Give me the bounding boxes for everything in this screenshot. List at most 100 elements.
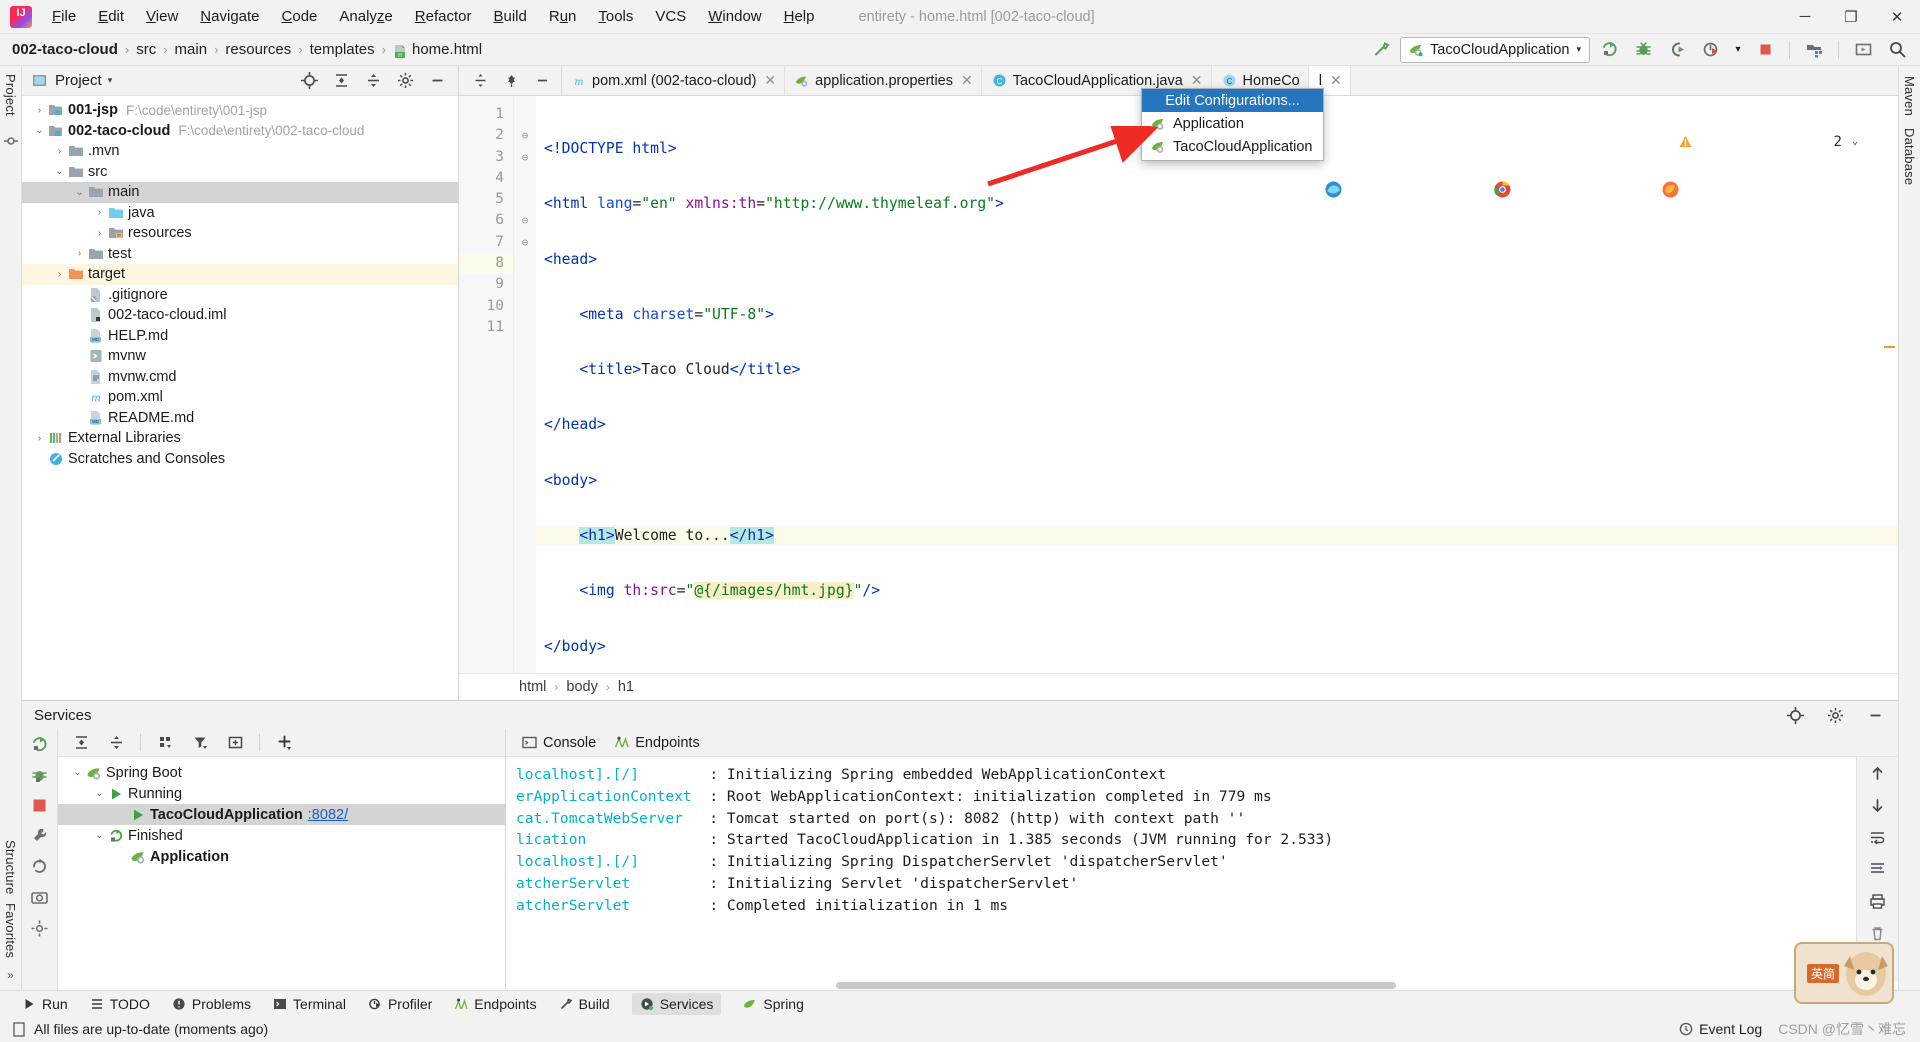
tree-expand-arrow[interactable]: ⌄ [52,166,67,177]
line-number[interactable]: 10 [459,296,513,317]
code-content[interactable]: <!DOCTYPE html> <html lang="en" xmlns:th… [536,96,1898,673]
tree-item-pom-xml[interactable]: m pom.xml [22,387,458,408]
hammer-icon[interactable] [1366,37,1396,63]
filter-icon[interactable] [185,730,215,756]
expand-all-icon[interactable] [326,68,356,94]
edge-browser-icon[interactable] [1324,146,1483,233]
menu-file[interactable]: File [42,4,86,29]
group-icon[interactable] [150,730,180,756]
tree-item-help-md[interactable]: MD HELP.md [22,326,458,347]
menu-code[interactable]: Code [272,4,328,29]
collapse-icon[interactable] [465,68,495,94]
settings-icon[interactable] [1820,702,1850,728]
menu-view[interactable]: View [136,4,188,29]
tree-item-mvnw[interactable]: mvnw [22,346,458,367]
fold-marker[interactable]: ⊖ [514,210,536,231]
chrome-browser-icon[interactable] [1493,146,1652,233]
tree-item-scratches-and-consoles[interactable]: Scratches and Consoles [22,449,458,470]
tree-expand-arrow[interactable]: ⌄ [32,125,47,136]
tool-window-build[interactable]: Build [559,996,610,1012]
tree-expand-arrow[interactable]: ⌄ [92,788,107,799]
services-tree-item-tacocloudapplication[interactable]: TacoCloudApplication:8082/ [58,804,505,825]
tree-expand-arrow[interactable]: › [92,228,107,239]
tree-item-002-taco-cloud-iml[interactable]: 002-taco-cloud.iml [22,305,458,326]
tree-item-readme-md[interactable]: MD README.md [22,408,458,429]
chevron-down-icon[interactable]: ▾ [1576,44,1581,55]
menu-item-application[interactable]: Application [1142,112,1323,135]
print-icon[interactable] [1869,893,1886,910]
tree-item-src[interactable]: ⌄ src [22,162,458,183]
collapse-all-icon[interactable] [358,68,388,94]
close-icon[interactable]: ✕ [1191,72,1203,89]
tool-window-terminal[interactable]: Terminal [273,996,346,1012]
rail-item-project[interactable]: Project [3,74,18,116]
editor-breadcrumb-h1[interactable]: h1 [618,679,634,695]
profiler-icon[interactable] [1696,37,1726,63]
line-number[interactable]: 1 [459,104,513,125]
settings-icon[interactable] [390,68,420,94]
breadcrumb-item-src[interactable]: src [136,41,156,58]
line-number[interactable]: 7 [459,232,513,253]
tree-item-java[interactable]: › java [22,203,458,224]
fold-marker[interactable]: ⊖ [514,232,536,253]
menu-item-edit-configurations[interactable]: Edit Configurations... [1142,89,1323,112]
stop-icon[interactable] [31,797,48,814]
maximize-button[interactable]: ❐ [1828,0,1874,34]
tree-expand-arrow[interactable]: ⌄ [72,187,87,198]
rerun-icon[interactable] [30,735,49,754]
close-icon[interactable]: ✕ [961,72,973,89]
menu-window[interactable]: Window [698,4,771,29]
run-coverage-icon[interactable] [1662,37,1692,63]
close-icon[interactable]: ✕ [1330,72,1342,89]
tree-expand-arrow[interactable]: › [72,248,87,259]
menu-item-tacocloudapplication[interactable]: TacoCloudApplication [1142,135,1323,158]
chevron-down-icon[interactable]: ▾ [108,75,113,86]
scroll-end-icon[interactable] [1869,861,1886,878]
tree-item-resources[interactable]: › resources [22,223,458,244]
line-number[interactable]: 11 [459,317,513,338]
line-number[interactable]: 3 [459,147,513,168]
hide-editor-icon[interactable] [527,68,557,94]
line-number[interactable]: 4 [459,168,513,189]
collapse-all-icon[interactable] [101,730,131,756]
rail-item-structure[interactable]: Structure [3,840,18,895]
scroll-down-icon[interactable] [1869,797,1886,814]
line-number[interactable]: 8 [459,253,513,275]
menu-vcs[interactable]: VCS [645,4,696,29]
services-icon[interactable] [1799,37,1829,63]
hide-panel-icon[interactable] [422,68,452,94]
line-number[interactable]: 2 [459,125,513,146]
locate-icon[interactable] [294,68,324,94]
tree-item-main[interactable]: ⌄ main [22,182,458,203]
tree-expand-arrow[interactable]: › [92,207,107,218]
console-output[interactable]: localhost].[/] : Initializing Spring emb… [506,757,1856,981]
pin-icon[interactable] [496,68,526,94]
rail-item-database[interactable]: Database [1902,128,1917,185]
tree-expand-arrow[interactable]: › [52,269,67,280]
add-service-icon[interactable] [269,730,299,756]
breadcrumb-item-file[interactable]: home.html [412,41,482,58]
firefox-browser-icon[interactable] [1661,146,1820,233]
tree-item-external-libraries[interactable]: › External Libraries [22,428,458,449]
event-log-button[interactable]: Event Log [1679,1021,1762,1037]
close-button[interactable]: ✕ [1874,0,1920,34]
tree-item-test[interactable]: › test [22,244,458,265]
services-tree-item-finished[interactable]: ⌄ Finished [58,825,505,846]
add-tab-icon[interactable] [220,730,250,756]
run-configuration-selector[interactable]: TacoCloudApplication ▾ [1400,36,1590,63]
trash-icon[interactable] [1869,925,1886,942]
tool-window-endpoints[interactable]: Endpoints [454,996,537,1012]
layout-icon[interactable] [1848,37,1878,63]
rail-item-favorites[interactable]: Favorites [3,903,18,958]
editor-breadcrumb-html[interactable]: html [519,679,546,695]
tree-item-001-jsp[interactable]: › 001-jsp F:\code\entirety\001-jsp [22,100,458,121]
scroll-up-icon[interactable] [1869,765,1886,782]
rail-item-maven[interactable]: Maven [1902,76,1917,116]
tool-window-services[interactable]: Services [631,992,722,1015]
search-icon[interactable] [1882,37,1912,63]
minimize-button[interactable]: ─ [1782,0,1828,34]
tree-item-mvn[interactable]: › .mvn [22,141,458,162]
fold-marker[interactable]: ⊖ [514,125,536,146]
tab-endpoints[interactable]: Endpoints [614,735,700,751]
commit-icon[interactable] [3,134,18,148]
